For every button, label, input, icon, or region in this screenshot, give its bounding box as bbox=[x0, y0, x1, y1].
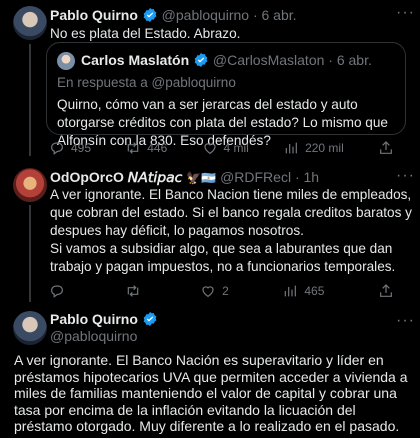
retweet-count: 446 bbox=[147, 141, 168, 155]
tweet-text: A ver ignorante. El Banco Nación es supe… bbox=[14, 352, 408, 434]
retweet-icon bbox=[127, 142, 139, 154]
tweet1-actions: 495 446 4 mil 220 mil bbox=[49, 140, 394, 156]
share-button[interactable] bbox=[378, 283, 394, 299]
heart-icon bbox=[203, 143, 216, 155]
tweet-date[interactable]: · 6 abr. bbox=[253, 7, 297, 23]
tweet2-header: OdOpOrcO 𝘕𝘈𝘵𝘪𝘱𝘢𝘤 🦅🇦🇷 @RDFRecl · 1h bbox=[50, 169, 319, 186]
avatar-pablo-quirno[interactable] bbox=[13, 311, 47, 345]
views-count: 465 bbox=[304, 284, 325, 298]
verified-icon bbox=[194, 53, 208, 67]
tweet3-author-name-row: Pablo Quirno bbox=[50, 311, 158, 327]
tweet-text-paragraph-1: A ver ignorante. El Banco Nacion tiene m… bbox=[50, 187, 412, 238]
reply-count: 495 bbox=[71, 141, 92, 155]
avatar-pablo-quirno[interactable] bbox=[13, 6, 47, 40]
reply-button[interactable]: 495 bbox=[49, 140, 91, 156]
author-emoji: 🦅🇦🇷 bbox=[186, 171, 217, 185]
views-count: 220 mil bbox=[305, 141, 344, 155]
quote-avatar bbox=[57, 52, 75, 70]
tweet1-header: Pablo Quirno @pabloquirno · 6 abr. bbox=[50, 7, 297, 23]
author-handle[interactable]: @pabloquirno bbox=[50, 328, 137, 344]
retweet-icon bbox=[127, 285, 138, 297]
tweet-text-paragraph-2: Si vamos a subsidiar algo, que sea a lab… bbox=[50, 241, 396, 274]
views-button[interactable]: 220 mil bbox=[283, 140, 344, 156]
more-options-icon[interactable]: ··· bbox=[396, 4, 415, 22]
verified-icon bbox=[143, 312, 157, 326]
tweet2-actions: 2 465 bbox=[49, 283, 394, 299]
reply-button[interactable] bbox=[49, 283, 71, 299]
quote-author-name: Carlos Maslatón bbox=[81, 52, 190, 68]
like-count: 2 bbox=[222, 284, 229, 298]
reply-to-label: En respuesta a @pabloquirno bbox=[57, 75, 236, 90]
author-name[interactable]: Pablo Quirno bbox=[50, 7, 138, 23]
views-icon bbox=[285, 285, 297, 297]
reply-icon bbox=[51, 142, 63, 155]
views-button[interactable]: 465 bbox=[282, 283, 324, 299]
author-handle[interactable]: @pabloquirno bbox=[162, 7, 249, 23]
author-handle[interactable]: @RDFRecl · 1h bbox=[220, 169, 319, 185]
like-button[interactable]: 4 mil bbox=[202, 140, 249, 156]
author-name[interactable]: OdOpOrcO 𝘕𝘈𝘵𝘪𝘱𝘢𝘤 bbox=[50, 169, 182, 185]
tweet3-handle-row: @pabloquirno bbox=[50, 328, 137, 344]
avatar-odoporco[interactable] bbox=[13, 168, 47, 202]
quoted-tweet[interactable]: Carlos Maslatón @CarlosMaslaton · 6 abr.… bbox=[46, 42, 406, 148]
views-icon bbox=[285, 142, 297, 154]
quote-handle: @CarlosMaslaton · 6 abr. bbox=[212, 52, 372, 68]
verified-icon bbox=[143, 8, 157, 22]
like-button[interactable]: 2 bbox=[200, 283, 229, 299]
more-options-icon[interactable]: ··· bbox=[396, 312, 415, 330]
share-icon bbox=[380, 141, 392, 154]
like-count: 4 mil bbox=[223, 141, 249, 155]
share-button[interactable] bbox=[378, 140, 394, 156]
heart-icon bbox=[202, 286, 214, 298]
author-name[interactable]: Pablo Quirno bbox=[50, 311, 138, 327]
retweet-button[interactable] bbox=[125, 283, 147, 299]
more-options-icon[interactable]: ··· bbox=[396, 167, 415, 185]
reply-icon bbox=[51, 285, 63, 298]
thread-line bbox=[29, 44, 31, 156]
retweet-button[interactable]: 446 bbox=[125, 140, 167, 156]
quote-header: Carlos Maslatón @CarlosMaslaton · 6 abr. bbox=[81, 52, 372, 68]
tweet-text: No es plata del Estado. Abrazo. bbox=[50, 26, 241, 41]
thread-line bbox=[29, 205, 31, 302]
share-icon bbox=[380, 284, 392, 297]
